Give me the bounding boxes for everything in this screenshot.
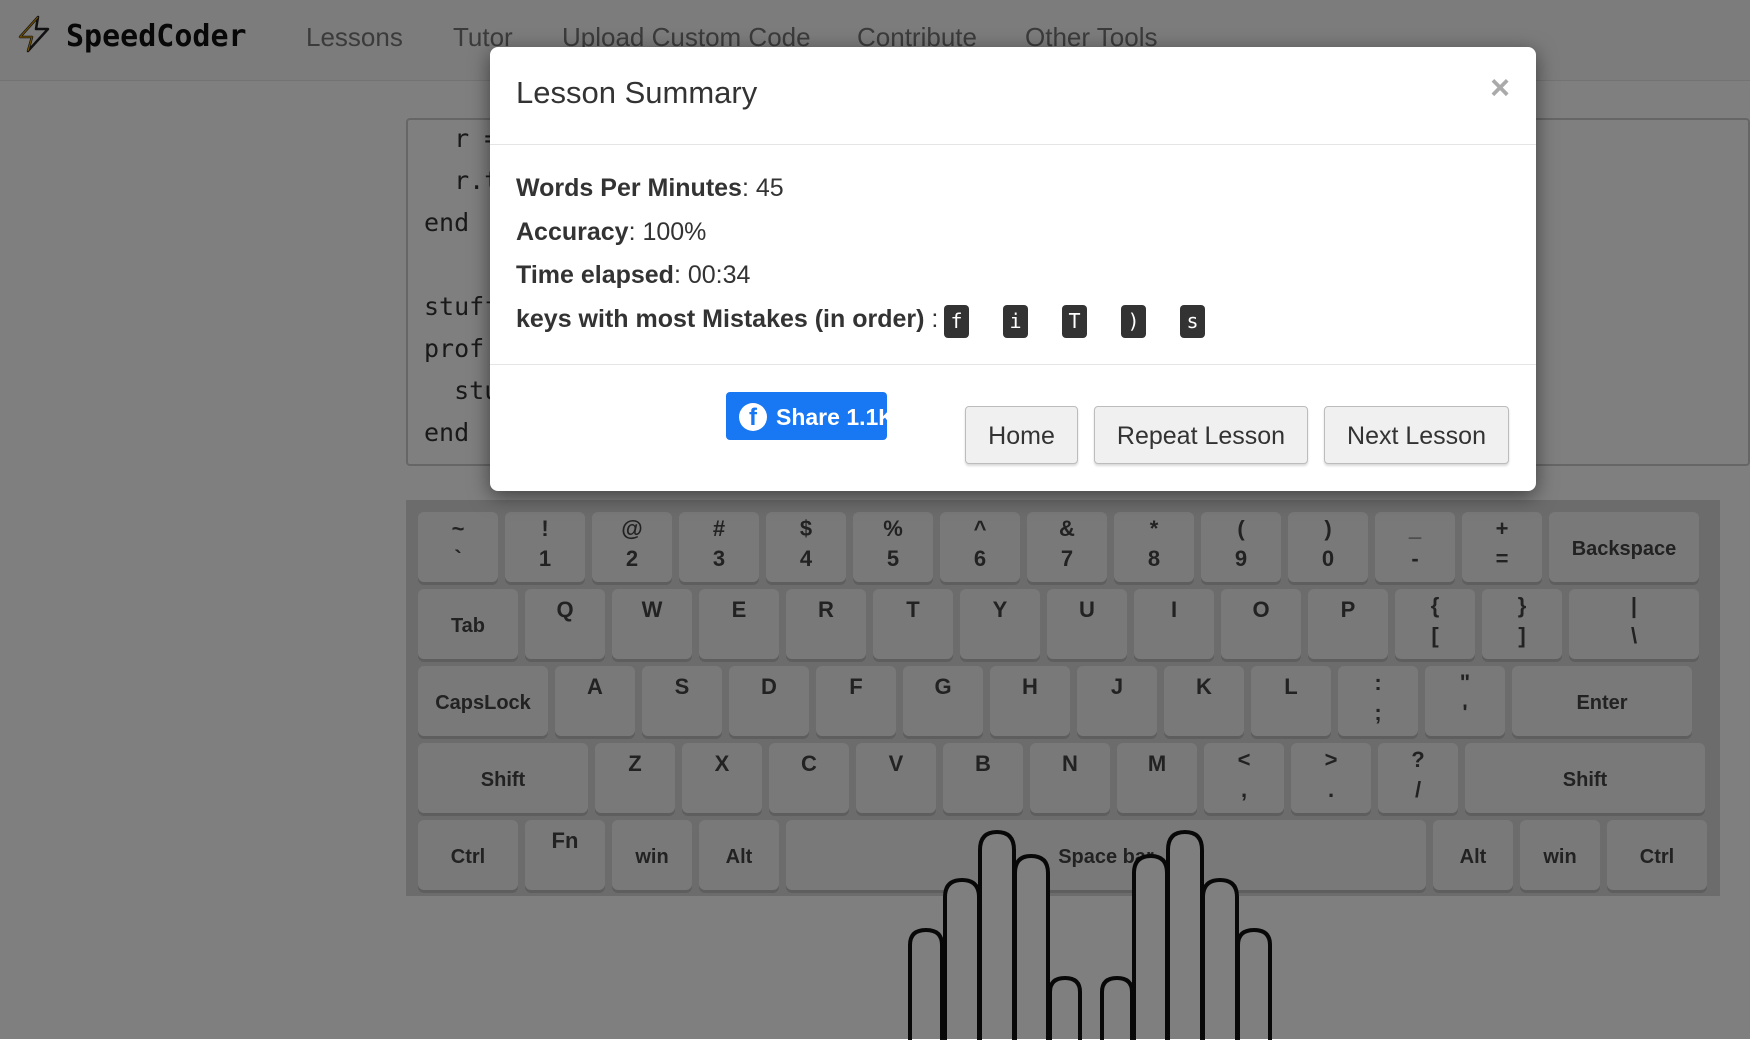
next-lesson-button[interactable]: Next Lesson [1324,406,1509,464]
accuracy-value: : 100% [628,218,707,246]
mistakes-label: keys with most Mistakes (in order) [516,305,925,333]
repeat-lesson-button[interactable]: Repeat Lesson [1094,406,1308,464]
close-button[interactable]: × [1490,69,1510,108]
accuracy-label: Accuracy [516,218,629,246]
modal-footer-divider [490,364,1536,365]
time-stat: Time elapsed: 00:34 [516,261,750,290]
facebook-icon: f [739,403,767,431]
lesson-summary-modal: Lesson Summary × Words Per Minutes: 45 A… [490,47,1536,491]
mistake-key: f [944,305,969,338]
mistake-key: ) [1121,305,1146,338]
time-label: Time elapsed [516,261,674,289]
modal-header-divider [490,144,1536,145]
facebook-share-button[interactable]: f Share 1.1K [726,392,887,440]
mistakes-separator: : [924,305,939,333]
mistake-key: s [1180,305,1205,338]
wpm-value: : 45 [741,174,784,202]
wpm-stat: Words Per Minutes: 45 [516,174,784,203]
modal-title: Lesson Summary [516,75,758,110]
wpm-label: Words Per Minutes [516,174,742,202]
share-label: Share 1.1K [776,404,887,430]
mistake-key: T [1062,305,1087,338]
time-value: : 00:34 [673,261,751,289]
home-button[interactable]: Home [965,406,1078,464]
mistakes-stat: keys with most Mistakes (in order) : f i… [516,305,1516,341]
accuracy-stat: Accuracy: 100% [516,218,706,247]
mistake-key: i [1003,305,1028,338]
